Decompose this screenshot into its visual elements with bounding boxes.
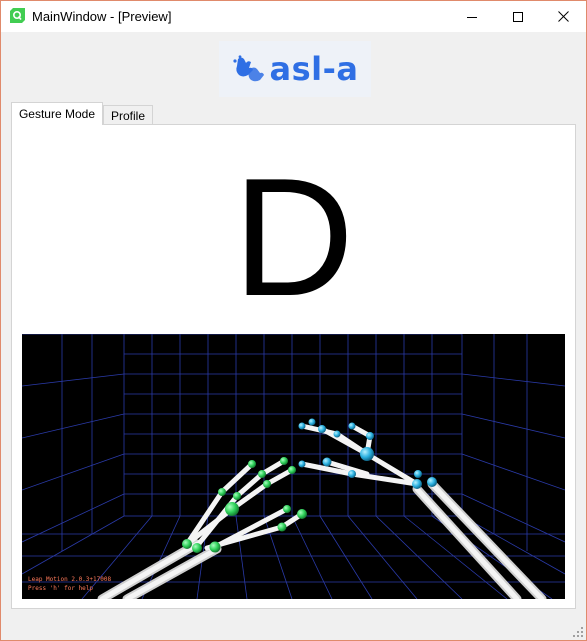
right-hand	[298, 418, 547, 599]
hand-skeleton-scene	[22, 334, 565, 599]
app-logo: asl-a	[219, 41, 371, 97]
window-title: MainWindow - [Preview]	[32, 9, 172, 24]
minimize-icon	[467, 16, 477, 18]
close-icon	[557, 11, 569, 22]
maximize-button[interactable]	[495, 1, 541, 32]
leap-motion-visualizer[interactable]: Leap Motion 2.0.3+17008 Press 'h' for he…	[22, 334, 565, 599]
left-hand	[97, 457, 307, 599]
close-button[interactable]	[540, 1, 586, 32]
qt-icon	[10, 8, 25, 23]
logo-text: asl-a	[269, 50, 359, 88]
leap-version-text: Leap Motion 2.0.3+17008	[28, 576, 112, 583]
minimize-button[interactable]	[449, 1, 495, 32]
sign-language-hands-icon	[232, 55, 264, 82]
title-bar[interactable]: MainWindow - [Preview]	[1, 1, 586, 32]
leap-help-text: Press 'h' for help	[28, 585, 94, 592]
main-window: MainWindow - [Preview] asl-a Gesture Mod…	[0, 0, 587, 641]
tab-gesture-mode[interactable]: Gesture Mode	[11, 102, 103, 125]
tab-profile[interactable]: Profile	[103, 105, 153, 125]
maximize-icon	[513, 11, 523, 22]
recognized-letter: D	[232, 143, 355, 331]
resize-grip-icon[interactable]	[573, 627, 583, 637]
gesture-mode-panel: D Leap Motion 2.0.3+17008 Press 'h' for …	[11, 124, 576, 609]
grid-back-wall	[123, 334, 463, 517]
